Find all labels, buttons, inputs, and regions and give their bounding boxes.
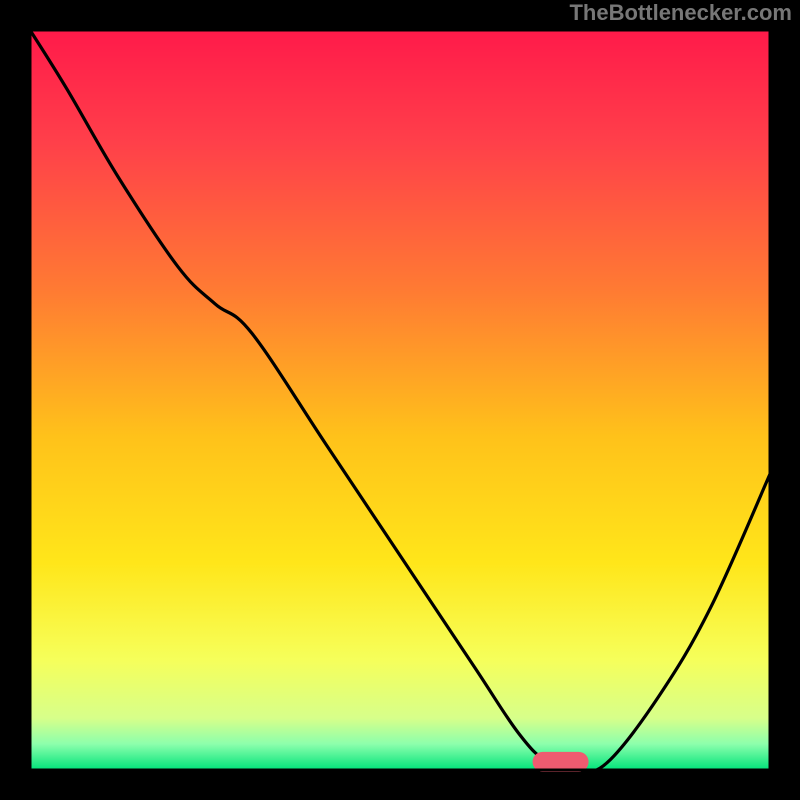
chart-container: { "attribution": "TheBottlenecker.com", … (0, 0, 800, 800)
bottleneck-chart (0, 0, 800, 800)
plot-background (30, 30, 770, 770)
attribution-text: TheBottlenecker.com (569, 0, 792, 26)
